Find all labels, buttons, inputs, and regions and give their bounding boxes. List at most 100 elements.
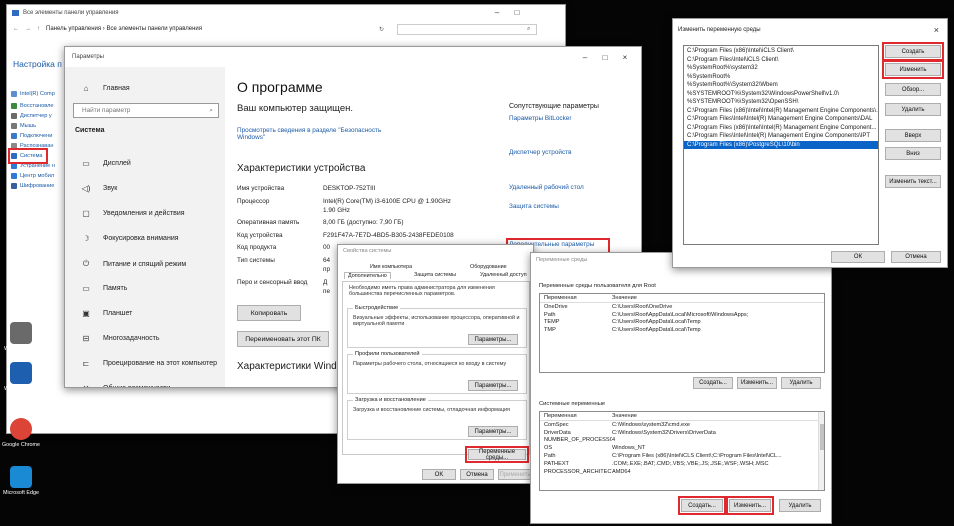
settings-title: Параметры [72, 54, 104, 60]
search-box[interactable] [397, 23, 537, 35]
editvar-create-button[interactable]: Создать [882, 42, 944, 61]
control-panel-item[interactable]: Подключени [11, 131, 67, 141]
related-link[interactable]: Защита системы [509, 203, 607, 210]
editvar-cancel-button[interactable]: Отмена [891, 251, 941, 263]
related-link[interactable]: Диспетчер устройств [509, 149, 607, 156]
settings-nav-item[interactable]: ⊏ Проецирование на этот компьютер [81, 359, 217, 368]
up-arrow-icon[interactable]: ↑ [37, 26, 40, 32]
table-row[interactable]: Path C:\Users\Root\AppData\Local\Microsof… [540, 311, 824, 319]
minimize-button[interactable]: – [487, 8, 507, 17]
maximize-button[interactable]: □ [507, 8, 527, 17]
search-icon[interactable]: ⌕ [527, 26, 530, 33]
scrollbar-thumb[interactable] [820, 424, 824, 450]
control-panel-item[interactable]: Intel(R) Comp [11, 89, 67, 99]
settings-close-button[interactable]: × [615, 53, 635, 62]
table-row[interactable]: PATHEXT .COM;.EXE;.BAT;.CMD;.VBS;.VBE;.JS… [540, 460, 824, 468]
settings-minimize-button[interactable]: – [575, 53, 595, 62]
table-row[interactable]: OS Windows_NT [540, 444, 824, 452]
tab-computer-name[interactable]: Имя компьютера [370, 264, 412, 270]
editvar-browse-button[interactable]: Обзор... [885, 83, 941, 96]
path-entry[interactable]: C:\Program Files (x86)\Intel\Intel(R) Ma… [684, 124, 878, 133]
environment-variables-button[interactable]: Переменные среды... [465, 446, 529, 463]
refresh-icon[interactable]: ↻ [379, 26, 384, 33]
control-panel-item[interactable]: Система [8, 148, 48, 164]
settings-maximize-button[interactable]: □ [595, 53, 615, 62]
table-row[interactable]: Path C:\Program Files (x86)\Intel\iCLS Cl… [540, 452, 824, 460]
tab-system-protection[interactable]: Защита системы [414, 272, 456, 278]
settings-nav-item[interactable]: ▭ Дисплей [81, 159, 131, 168]
control-panel-item[interactable]: Мышь [11, 121, 67, 131]
path-entry[interactable]: C:\Program Files\Intel\Intel(R) Manageme… [684, 132, 878, 141]
back-arrow-icon[interactable]: ← [13, 26, 19, 32]
desktop-icon[interactable]: Microsoft Edge [1, 466, 41, 496]
control-panel-item[interactable]: Центр мобил [11, 171, 67, 181]
desktop-icon[interactable]: WebScadaMT 42 [1, 322, 41, 358]
editvar-edit-text-button[interactable]: Изменить текст... [885, 175, 941, 188]
control-panel-item[interactable]: Шифрование [11, 181, 67, 191]
startup-params-button[interactable]: Параметры... [468, 426, 518, 437]
system-edit-button[interactable]: Изменить... [726, 496, 774, 515]
user-edit-button[interactable]: Изменить... [737, 377, 777, 389]
table-row[interactable]: NUMBER_OF_PROCESSORS4 [540, 437, 824, 445]
tab-hardware[interactable]: Оборудование [470, 264, 507, 270]
table-row[interactable]: PROCESSOR_ARCHITECTUREAMD64 [540, 468, 824, 476]
settings-nav-item[interactable]: ◁) Звук [81, 184, 118, 193]
table-row[interactable]: DriverData C:\Windows\System32\Drivers\Dr… [540, 429, 824, 437]
related-link[interactable]: Удаленный рабочий стол [509, 184, 607, 191]
control-panel-item[interactable]: Диспетчер у [11, 111, 67, 121]
user-delete-button[interactable]: Удалить [781, 377, 821, 389]
editvar-ok-button[interactable]: ОК [831, 251, 885, 263]
sys-col-variable: Переменная [544, 413, 577, 419]
user-create-button[interactable]: Создать... [693, 377, 733, 389]
path-entry[interactable]: C:\Program Files\Intel\iCLS Client\ [684, 56, 878, 65]
security-link[interactable]: Просмотреть сведения в разделе "Безопасн… [237, 127, 387, 141]
path-entry[interactable]: C:\Program Files (x86)\Intel\iCLS Client… [684, 47, 878, 56]
settings-nav-item[interactable]: ⏻ Питание и спящий режим [81, 259, 186, 269]
path-entry[interactable]: C:\Program Files (x86)\Intel\Intel(R) Ma… [684, 107, 878, 116]
settings-nav-item[interactable]: ☽ Фокусировка внимания [81, 234, 178, 243]
system-vars-scrollbar[interactable] [818, 412, 824, 490]
settings-nav-item[interactable]: ⊟ Многозадачность [81, 334, 160, 343]
control-panel-item[interactable]: Распознаван [11, 141, 67, 151]
path-entry[interactable]: %SystemRoot%\System32\Wbem [684, 81, 878, 90]
performance-params-button[interactable]: Параметры... [468, 334, 518, 345]
sysprops-ok-button[interactable]: OK [422, 469, 456, 480]
control-panel-item[interactable]: Восстановле [11, 101, 67, 111]
desktop-icon[interactable]: Google Chrome [1, 418, 41, 448]
profiles-params-button[interactable]: Параметры... [468, 380, 518, 391]
path-entry[interactable]: %SYSTEMROOT%\System32\WindowsPowerShell\… [684, 90, 878, 99]
editvar-close-button[interactable]: × [934, 25, 939, 35]
tab-advanced[interactable]: Дополнительно [344, 272, 391, 279]
editvar-down-button[interactable]: Вниз [885, 147, 941, 160]
system-delete-button[interactable]: Удалить [779, 499, 821, 512]
copy-button[interactable]: Копировать [237, 305, 301, 321]
table-row[interactable]: TMP C:\Users\Root\AppData\Local\Temp [540, 326, 824, 334]
sysprops-apply-button[interactable]: Применить [498, 469, 532, 480]
nav-home[interactable]: ⌂ Главная [81, 84, 130, 93]
rename-pc-button[interactable]: Переименовать этот ПК [237, 331, 329, 347]
settings-search-input[interactable]: Найти параметр ⌕ [73, 103, 219, 118]
settings-nav-item[interactable]: ▣ Планшет [81, 309, 132, 318]
table-row[interactable]: ComSpec C:\Windows\system32\cmd.exe [540, 421, 824, 429]
path-entry[interactable]: %SystemRoot%\system32 [684, 64, 878, 73]
settings-nav-item[interactable]: ▢ Уведомления и действия [81, 209, 184, 218]
breadcrumb[interactable]: Панель управления › Все элементы панели … [46, 26, 202, 32]
path-entry[interactable]: %SystemRoot% [684, 73, 878, 82]
path-entry[interactable]: %SYSTEMROOT%\System32\OpenSSH\ [684, 98, 878, 107]
settings-nav-item[interactable]: ▭ Память [81, 284, 127, 293]
settings-nav-item[interactable]: ✕ Общие возможности [81, 384, 171, 387]
path-entry[interactable]: C:\Program Files\Intel\Intel(R) Manageme… [684, 115, 878, 124]
related-link[interactable]: Параметры BitLocker [509, 115, 607, 122]
path-entry[interactable]: C:\Program Files (x86)\PostgreSQL\10\bin [684, 140, 878, 149]
system-create-button[interactable]: Создать... [678, 496, 726, 515]
editvar-up-button[interactable]: Вверх [885, 129, 941, 142]
table-row[interactable]: OneDrive C:\Users\Root\OneDrive [540, 303, 824, 311]
desktop-icon[interactable]: WebScadaMT [1, 362, 41, 392]
control-panel-item[interactable]: Устранение н [11, 161, 67, 171]
forward-arrow-icon[interactable]: → [25, 26, 31, 32]
editvar-delete-button[interactable]: Удалить [885, 103, 941, 116]
sysprops-cancel-button[interactable]: Отмена [460, 469, 494, 480]
tab-remote[interactable]: Удаленный доступ [480, 272, 527, 278]
table-row[interactable]: TEMP C:\Users\Root\AppData\Local\Temp [540, 319, 824, 327]
editvar-edit-button[interactable]: Изменить [882, 60, 944, 79]
